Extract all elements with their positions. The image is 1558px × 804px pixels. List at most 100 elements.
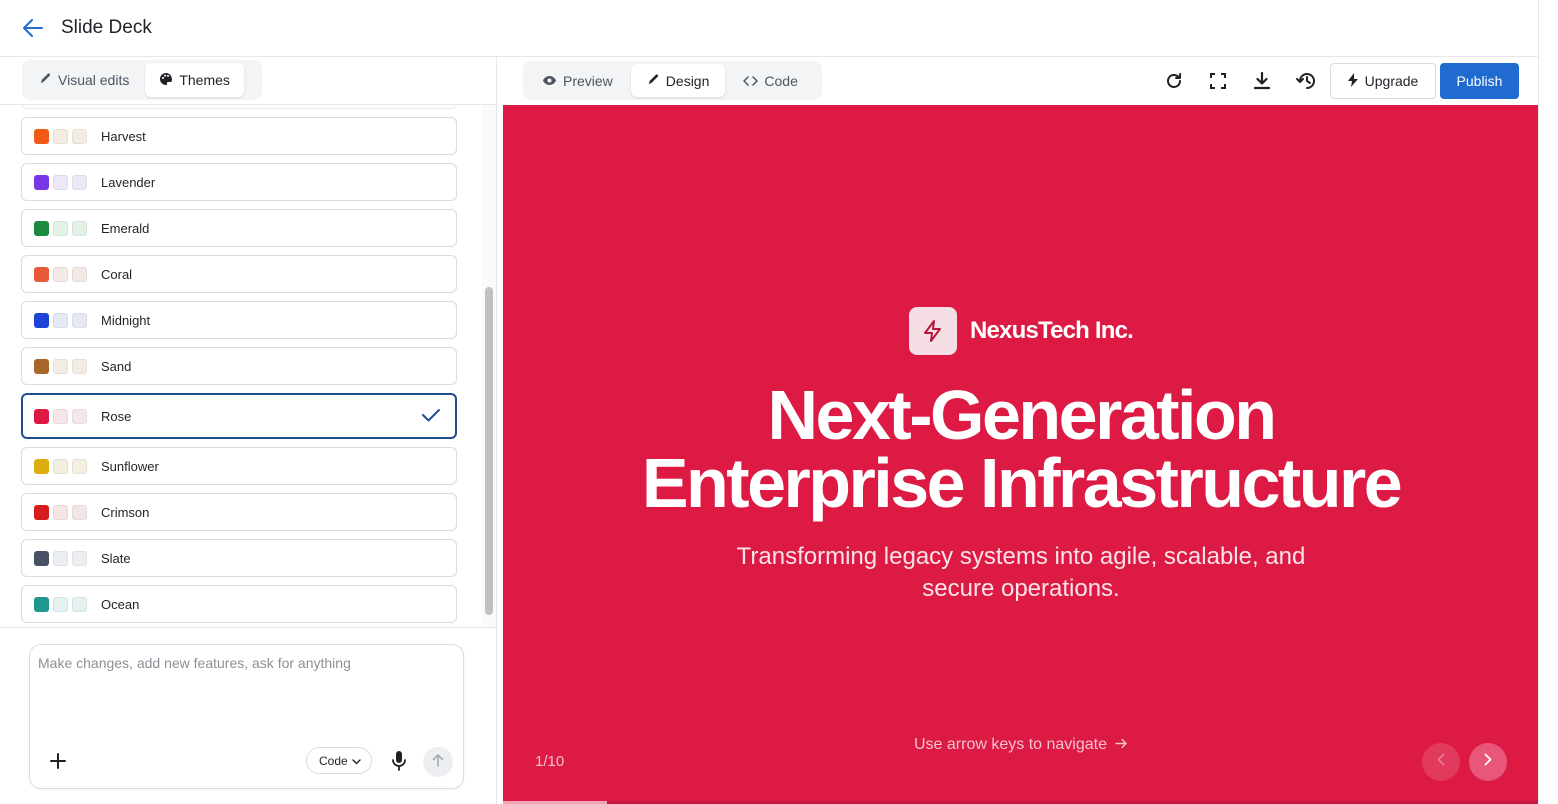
palette-icon [159, 72, 173, 89]
theme-name: Slate [101, 550, 131, 566]
right-gutter [1538, 0, 1558, 804]
refresh-icon[interactable] [1163, 70, 1185, 92]
theme-name: Harvest [101, 128, 146, 144]
left-mode-tabs: Visual edits Themes [22, 60, 262, 100]
back-arrow-icon[interactable] [22, 17, 44, 39]
left-panel: Visual edits Themes Harvest Lavender Eme… [0, 57, 497, 804]
slide-preview[interactable]: NexusTech Inc. Next-Generation Enterpris… [503, 105, 1539, 804]
theme-list: Harvest Lavender Emerald Coral Midnight … [21, 105, 457, 627]
theme-item-lavender[interactable]: Lavender [21, 163, 457, 201]
upgrade-button[interactable]: Upgrade [1330, 63, 1436, 99]
theme-name: Midnight [101, 312, 151, 328]
color-swatch [72, 596, 87, 612]
theme-item-crimson[interactable]: Crimson [21, 493, 457, 531]
app-title: Slide Deck [61, 17, 152, 38]
color-swatch [72, 128, 87, 144]
arrow-right-icon [1115, 736, 1128, 754]
plus-icon[interactable] [48, 751, 68, 771]
send-button[interactable] [423, 747, 453, 777]
theme-name: Sunflower [101, 458, 159, 474]
chat-composer: Code [29, 644, 464, 789]
previous-slide-button[interactable] [1422, 743, 1460, 781]
color-swatch [34, 408, 49, 424]
theme-item-sand[interactable]: Sand [21, 347, 457, 385]
theme-list-scroll[interactable]: Harvest Lavender Emerald Coral Midnight … [0, 105, 496, 627]
color-swatch [72, 266, 87, 282]
color-swatch [72, 408, 87, 424]
color-swatch [53, 128, 68, 144]
theme-item-rose[interactable]: Rose [21, 393, 457, 439]
color-swatch [34, 458, 49, 474]
chevron-left-icon [1437, 753, 1445, 771]
subtitle-line: secure operations. [922, 575, 1120, 602]
lightning-icon [908, 307, 957, 355]
slide-counter: 1/10 [535, 753, 565, 770]
tab-design-label: Design [665, 72, 710, 89]
color-swatch [53, 408, 68, 424]
theme-item-emerald[interactable]: Emerald [21, 209, 457, 247]
pencil-icon [39, 72, 52, 88]
color-swatch [34, 550, 49, 566]
tab-code-label: Code [764, 72, 798, 89]
color-swatch [53, 174, 68, 190]
arrow-up-icon [432, 753, 444, 772]
app-header: Slide Deck [0, 0, 1538, 57]
microphone-icon[interactable] [388, 749, 410, 773]
chat-input[interactable] [38, 655, 453, 735]
subtitle-line: Transforming legacy systems into agile, … [736, 543, 1306, 570]
tab-code[interactable]: Code [727, 64, 813, 97]
tab-design[interactable]: Design [630, 64, 726, 97]
tab-themes-label: Themes [179, 72, 230, 88]
theme-item-ocean[interactable]: Ocean [21, 585, 457, 623]
color-swatch [72, 504, 87, 520]
color-swatch [53, 504, 68, 520]
theme-name: Rose [101, 408, 132, 424]
view-tabs: Preview Design Code [523, 61, 822, 100]
theme-item-coral[interactable]: Coral [21, 255, 457, 293]
code-icon [743, 73, 759, 89]
color-swatch [53, 312, 68, 328]
headline-line: Next-Generation [767, 376, 1277, 454]
color-swatch [34, 504, 49, 520]
fullscreen-icon[interactable] [1207, 70, 1229, 92]
color-swatch [53, 220, 68, 236]
scrollbar-thumb[interactable] [485, 287, 493, 615]
tab-themes[interactable]: Themes [145, 63, 244, 97]
navigation-hint-text: Use arrow keys to navigate [914, 736, 1107, 753]
color-swatch [53, 596, 68, 612]
publish-button[interactable]: Publish [1440, 63, 1519, 99]
theme-item-sunflower[interactable]: Sunflower [21, 447, 457, 485]
chat-area: Code [0, 627, 496, 804]
color-swatch [72, 358, 87, 374]
color-swatch [72, 312, 87, 328]
tab-visual-edits[interactable]: Visual edits [25, 63, 143, 97]
color-swatch [53, 266, 68, 282]
color-swatch [72, 220, 87, 236]
next-slide-button[interactable] [1469, 743, 1507, 781]
theme-name: Lavender [101, 174, 156, 190]
color-swatch [72, 458, 87, 474]
download-icon[interactable] [1251, 70, 1273, 92]
color-swatch [34, 312, 49, 328]
tab-preview[interactable]: Preview [526, 64, 629, 97]
pencil-icon [647, 73, 660, 89]
theme-item-partial[interactable] [21, 105, 457, 109]
color-swatch [34, 266, 49, 282]
upgrade-label: Upgrade [1364, 73, 1419, 89]
history-icon[interactable] [1295, 70, 1317, 92]
brand-name: NexusTech Inc. [969, 317, 1134, 344]
theme-item-midnight[interactable]: Midnight [21, 301, 457, 339]
theme-name: Sand [101, 358, 132, 374]
theme-name: Crimson [101, 504, 150, 520]
navigation-hint: Use arrow keys to navigate [503, 736, 1539, 754]
brand: NexusTech Inc. [503, 307, 1539, 355]
color-swatch [34, 596, 49, 612]
theme-item-slate[interactable]: Slate [21, 539, 457, 577]
scrollbar[interactable] [482, 105, 496, 627]
color-swatch [34, 358, 49, 374]
headline-line: Enterprise Infrastructure [641, 444, 1403, 522]
mode-select[interactable]: Code [306, 747, 372, 774]
theme-item-harvest[interactable]: Harvest [21, 117, 457, 155]
lightning-icon [1347, 72, 1358, 90]
chevron-down-icon [351, 754, 361, 768]
